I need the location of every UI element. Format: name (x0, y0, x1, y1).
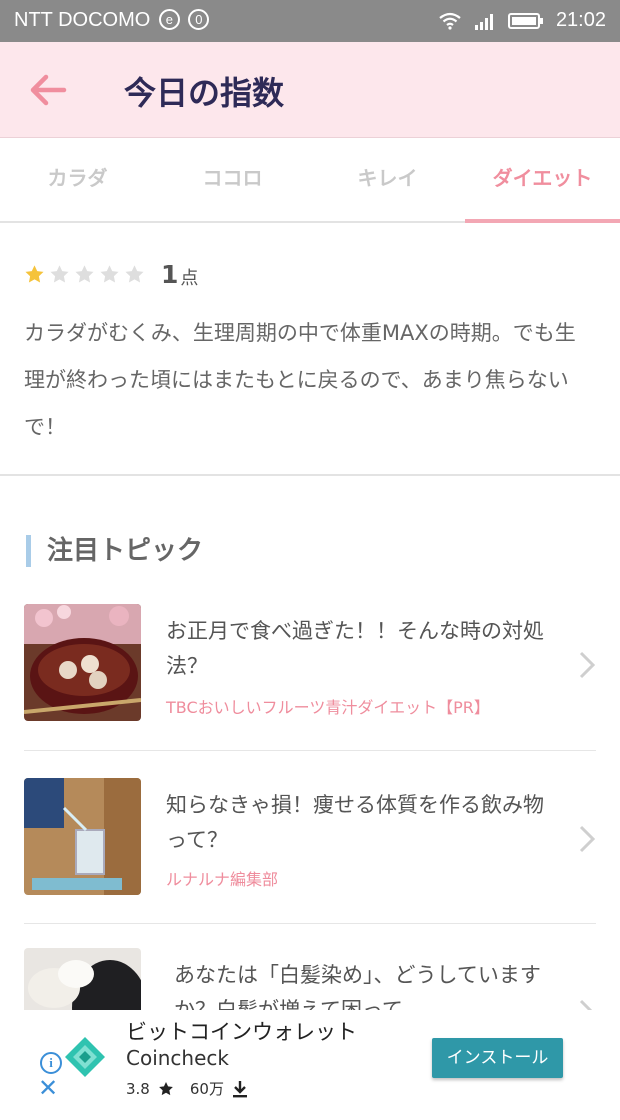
topic-thumbnail (24, 778, 141, 895)
topic-title: 知らなきゃ損！痩せる体質を作る飲み物って？ (166, 793, 544, 852)
coincheck-logo-icon (65, 1037, 105, 1077)
clock: 21:02 (555, 9, 606, 31)
ad-rating: 3.8 (126, 1079, 150, 1098)
battery-icon (507, 12, 543, 29)
back-arrow-icon[interactable] (28, 72, 68, 108)
page-title: 今日の指数 (124, 74, 285, 112)
star-empty-icon (125, 264, 144, 282)
star-empty-icon (75, 264, 94, 282)
score-unit: 点 (180, 268, 199, 289)
topic-separator (24, 750, 596, 751)
ad-title: ビットコインウォレット (126, 1020, 357, 1044)
tab-karada[interactable]: カラダ (0, 138, 155, 221)
star-icon (158, 1081, 173, 1095)
topic-source: ルナルナ編集部 (166, 870, 279, 889)
ad-info-icon[interactable]: i (40, 1052, 62, 1074)
ad-downloads: 60万 (189, 1080, 224, 1098)
ad-close-icon[interactable]: ✕ (38, 1074, 58, 1102)
tab-kokoro[interactable]: ココロ (155, 138, 310, 221)
wifi-icon (439, 12, 461, 30)
star-filled-icon (25, 264, 44, 282)
score-value: 1 (161, 259, 179, 289)
topic-source: TBCおいしいフルーツ青汁ダイエット【PR】 (166, 698, 490, 717)
tab-kirei[interactable]: キレイ (310, 138, 465, 221)
ad-app-name: Coincheck (126, 1046, 229, 1070)
zero-badge-icon: 0 (188, 9, 210, 30)
topic-thumbnail (24, 604, 141, 721)
signal-icon (474, 13, 493, 30)
topics-heading: 注目トピック (26, 535, 203, 567)
carrier-name: NTT DOCOMO (14, 9, 151, 31)
star-empty-icon (50, 264, 69, 282)
chevron-right-icon (579, 651, 596, 679)
topic-title: お正月で食べ過ぎた！！そんな時の対処法？ (166, 619, 544, 678)
status-icons: 21:02 (438, 9, 606, 32)
e-badge-icon: e (158, 9, 180, 30)
install-button[interactable]: インストール (432, 1038, 563, 1078)
ad-banner[interactable]: i ✕ ビットコインウォレット Coincheck 3.8 60万 インストール (0, 1010, 620, 1102)
carrier-info: NTT DOCOMO e 0 (14, 9, 210, 32)
app-header: 今日の指数 (0, 42, 620, 138)
star-empty-icon (100, 264, 119, 282)
topic-item[interactable]: 知らなきゃ損！痩せる体質を作る飲み物って？ ルナルナ編集部 (24, 778, 596, 950)
status-bar: NTT DOCOMO e 0 21:02 (0, 0, 620, 42)
ad-meta: 3.8 60万 (126, 1078, 248, 1099)
section-divider (0, 474, 620, 476)
download-icon (232, 1080, 247, 1097)
category-tabs: カラダ ココロ キレイ ダイエット (0, 138, 620, 223)
score-rating: 1 点 (24, 258, 198, 290)
chevron-right-icon (579, 825, 596, 853)
topic-separator (24, 923, 596, 924)
tab-diet[interactable]: ダイエット (465, 138, 620, 223)
index-description: カラダがむくみ、生理周期の中で体重MAXの時期。でも生理が終わった頃にはまたもと… (24, 321, 576, 439)
